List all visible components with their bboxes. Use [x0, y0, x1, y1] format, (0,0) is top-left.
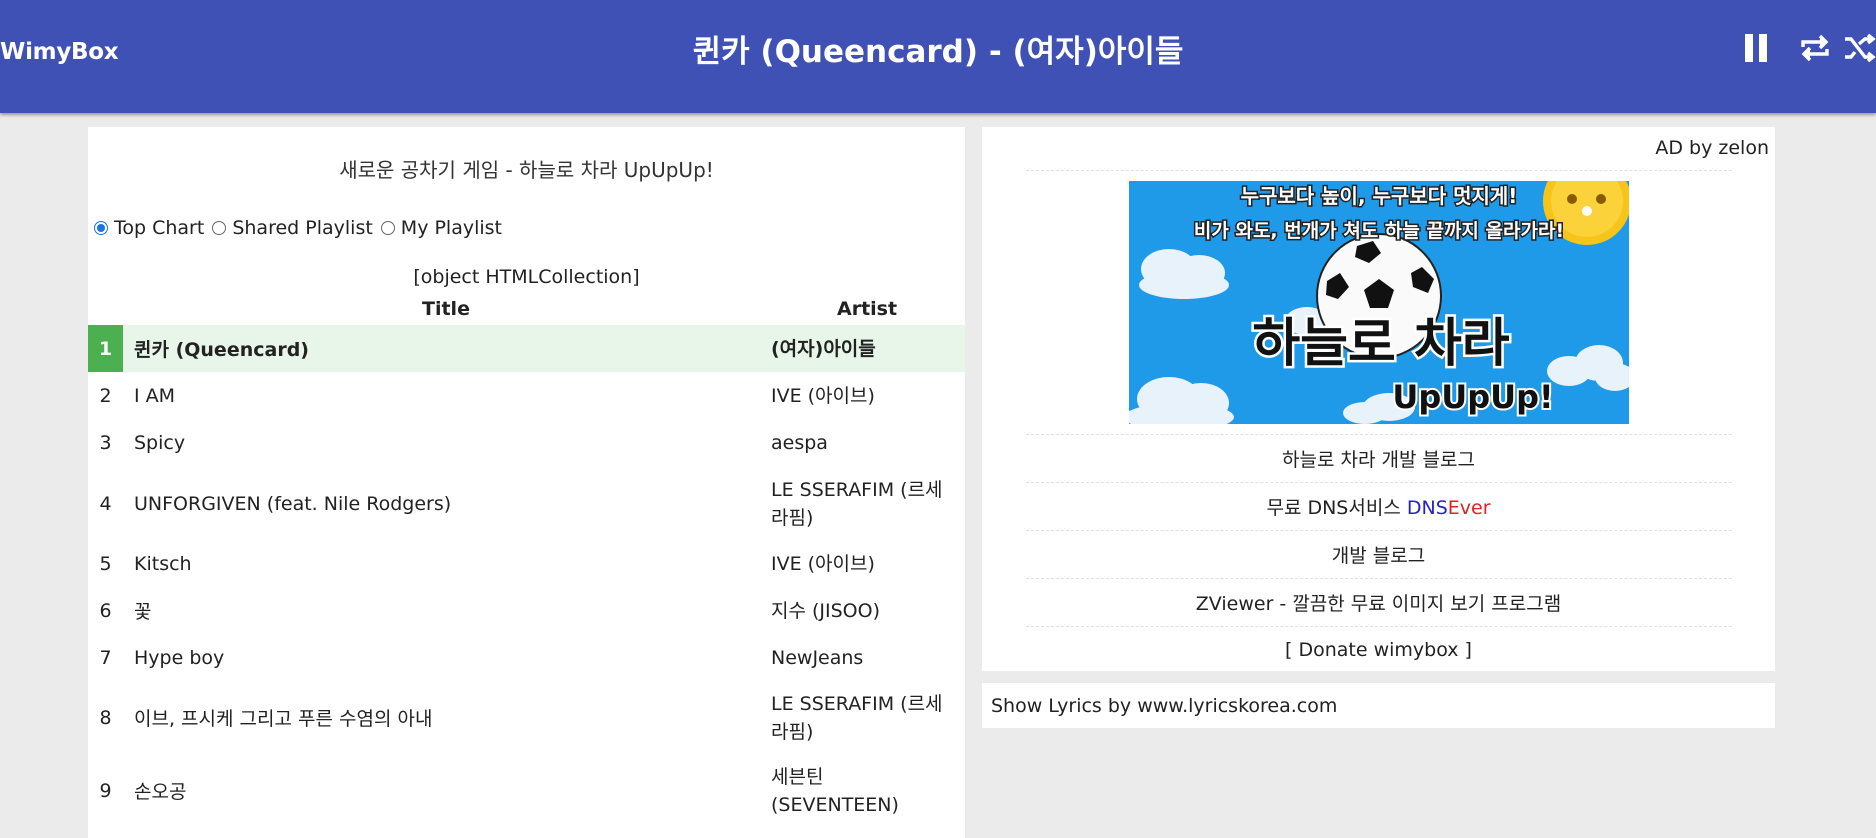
- column-header-title: Title: [422, 298, 470, 320]
- game-blog-link[interactable]: 하늘로 차라 개발 블로그: [982, 445, 1775, 472]
- debug-text: [object HTMLCollection]: [413, 266, 640, 288]
- column-header-artist: Artist: [837, 298, 898, 320]
- repeat-icon[interactable]: [1795, 28, 1835, 68]
- song-artist: IVE (아이브): [771, 384, 875, 407]
- table-row[interactable]: 6 꽃 지수 (JISOO): [88, 587, 965, 634]
- show-lyrics-link[interactable]: Show Lyrics by www.lyricskorea.com: [991, 695, 1337, 717]
- table-row[interactable]: 8 이브, 프시케 그리고 푸른 수염의 아내 LE SSERAFIM (르세라…: [88, 681, 965, 754]
- dns-brand-part1: DNS: [1406, 497, 1448, 519]
- row-number: 7: [99, 646, 112, 669]
- chart-type-selector: Top Chart Shared Playlist My Playlist: [94, 217, 510, 239]
- row-number: 6: [99, 599, 112, 622]
- song-artist: 세븐틴 (SEVENTEEN): [771, 765, 899, 816]
- table-row[interactable]: 7 Hype boy NewJeans: [88, 634, 965, 681]
- radio-top-chart[interactable]: [94, 221, 108, 235]
- song-title[interactable]: Hype boy: [134, 634, 754, 681]
- table-header: Title Artist: [88, 295, 965, 325]
- option-label: Top Chart: [114, 217, 205, 239]
- table-row[interactable]: 1 퀸카 (Queencard) (여자)아이들: [88, 325, 965, 372]
- shuffle-icon[interactable]: [1840, 28, 1876, 68]
- lyrics-panel: Show Lyrics by www.lyricskorea.com: [982, 683, 1775, 728]
- table-row[interactable]: 4 UNFORGIVEN (feat. Nile Rodgers) LE SSE…: [88, 467, 965, 540]
- dns-brand-part2: Ever: [1447, 497, 1491, 519]
- svg-text:비가 와도, 번개가 쳐도 하늘 끝까지 올라가라!: 비가 와도, 번개가 쳐도 하늘 끝까지 올라가라!: [1194, 220, 1564, 242]
- option-top-chart[interactable]: Top Chart: [94, 217, 204, 239]
- table-row[interactable]: 2 I AM IVE (아이브): [88, 372, 965, 419]
- dns-service-link[interactable]: 무료 DNS서비스 DNSEver: [982, 493, 1775, 520]
- song-title[interactable]: I AM: [134, 372, 754, 419]
- divider: [1026, 578, 1732, 579]
- game-ad-banner[interactable]: 누구보다 높이, 누구보다 멋지게! 비가 와도, 번개가 쳐도 하늘 끝까지 …: [1129, 181, 1629, 424]
- svg-text:UpUpUp!: UpUpUp!: [1392, 378, 1553, 416]
- divider: [1026, 434, 1732, 435]
- radio-my-playlist[interactable]: [380, 221, 395, 235]
- song-artist: IVE (아이브): [771, 552, 875, 575]
- song-title[interactable]: 꽃: [134, 587, 754, 634]
- song-title[interactable]: UNFORGIVEN (feat. Nile Rodgers): [134, 467, 754, 540]
- banner-illustration: 누구보다 높이, 누구보다 멋지게! 비가 와도, 번개가 쳐도 하늘 끝까지 …: [1129, 181, 1629, 424]
- donate-link[interactable]: [ Donate wimybox ]: [982, 639, 1775, 661]
- song-artist: (여자)아이들: [771, 337, 876, 360]
- svg-text:하늘로 차라: 하늘로 차라: [1252, 314, 1509, 374]
- svg-text:누구보다 높이, 누구보다 멋지게!: 누구보다 높이, 누구보다 멋지게!: [1241, 184, 1518, 208]
- radio-shared-playlist[interactable]: [212, 221, 227, 235]
- row-number: 1: [88, 325, 123, 372]
- table-row[interactable]: 3 Spicy aespa: [88, 419, 965, 467]
- song-title[interactable]: Kitsch: [134, 540, 754, 587]
- song-artist: aespa: [771, 432, 828, 454]
- divider: [1026, 170, 1732, 171]
- divider: [1026, 530, 1732, 531]
- dev-blog-link[interactable]: 개발 블로그: [982, 541, 1775, 568]
- song-table: Title Artist 1 퀸카 (Queencard) (여자)아이들 2 …: [88, 295, 965, 827]
- now-playing-title: 퀸카 (Queencard) - (여자)아이들: [692, 34, 1184, 70]
- divider: [1026, 626, 1732, 627]
- song-title[interactable]: Spicy: [134, 419, 754, 467]
- song-artist: 지수 (JISOO): [771, 599, 881, 622]
- option-label: My Playlist: [400, 217, 503, 239]
- option-my-playlist[interactable]: My Playlist: [380, 217, 503, 239]
- dns-prefix: 무료 DNS서비스: [1266, 497, 1401, 519]
- row-number: 3: [99, 432, 112, 454]
- row-number: 8: [99, 706, 112, 729]
- song-artist: LE SSERAFIM (르세라핌): [771, 692, 943, 743]
- ad-panel: AD by zelon 누구보다 높이, 누구보다 멋지게! 비가 와도, 번개…: [982, 127, 1775, 671]
- pause-icon[interactable]: [1736, 28, 1776, 68]
- row-number: 5: [99, 552, 112, 575]
- song-title[interactable]: 이브, 프시케 그리고 푸른 수염의 아내: [134, 681, 754, 754]
- table-row[interactable]: 5 Kitsch IVE (아이브): [88, 540, 965, 587]
- promo-link[interactable]: 새로운 공차기 게임 - 하늘로 차라 UpUpUp!: [88, 154, 965, 183]
- song-title[interactable]: 손오공: [134, 754, 754, 827]
- top-app-bar: WimyBox 퀸카 (Queencard) - (여자)아이들: [0, 0, 1876, 113]
- divider: [1026, 482, 1732, 483]
- row-number: 4: [99, 492, 112, 515]
- option-label: Shared Playlist: [232, 217, 373, 239]
- option-shared-playlist[interactable]: Shared Playlist: [212, 217, 373, 239]
- song-artist: NewJeans: [771, 646, 864, 669]
- ad-credit: AD by zelon: [1655, 137, 1769, 159]
- playlist-panel: 새로운 공차기 게임 - 하늘로 차라 UpUpUp! Top Chart Sh…: [88, 127, 965, 838]
- song-title[interactable]: 퀸카 (Queencard): [134, 325, 754, 372]
- row-number: 2: [99, 384, 112, 407]
- table-row[interactable]: 9 손오공 세븐틴 (SEVENTEEN): [88, 754, 965, 827]
- zviewer-link[interactable]: ZViewer - 깔끔한 무료 이미지 보기 프로그램: [982, 589, 1775, 616]
- song-artist: LE SSERAFIM (르세라핌): [771, 478, 943, 529]
- row-number: 9: [99, 779, 112, 802]
